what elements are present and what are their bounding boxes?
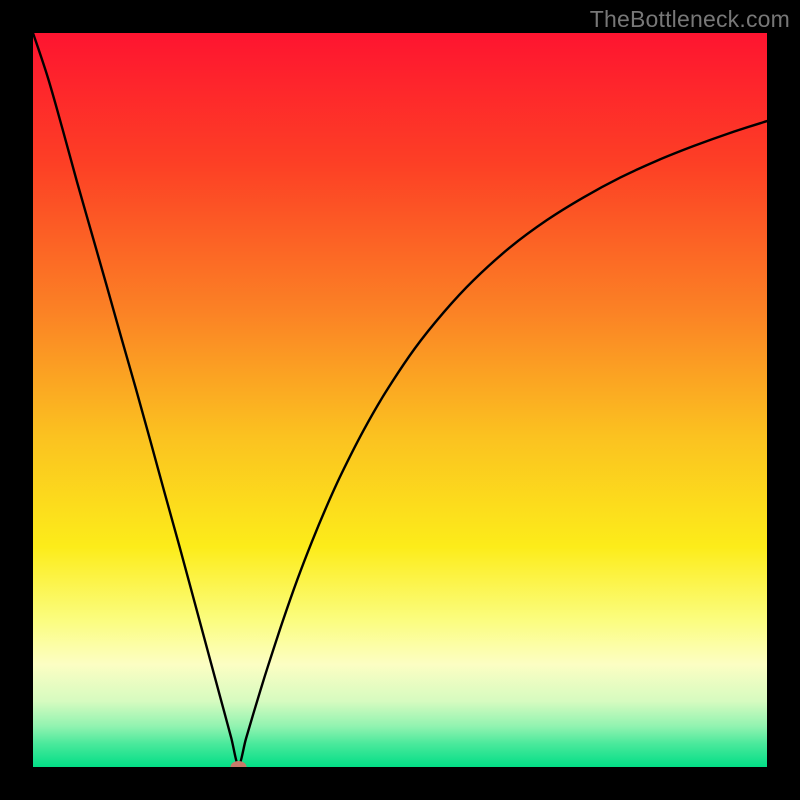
chart-background <box>33 33 767 767</box>
watermark-text: TheBottleneck.com <box>590 6 790 33</box>
chart-plot-area <box>33 33 767 767</box>
chart-svg <box>33 33 767 767</box>
chart-frame: TheBottleneck.com <box>0 0 800 800</box>
